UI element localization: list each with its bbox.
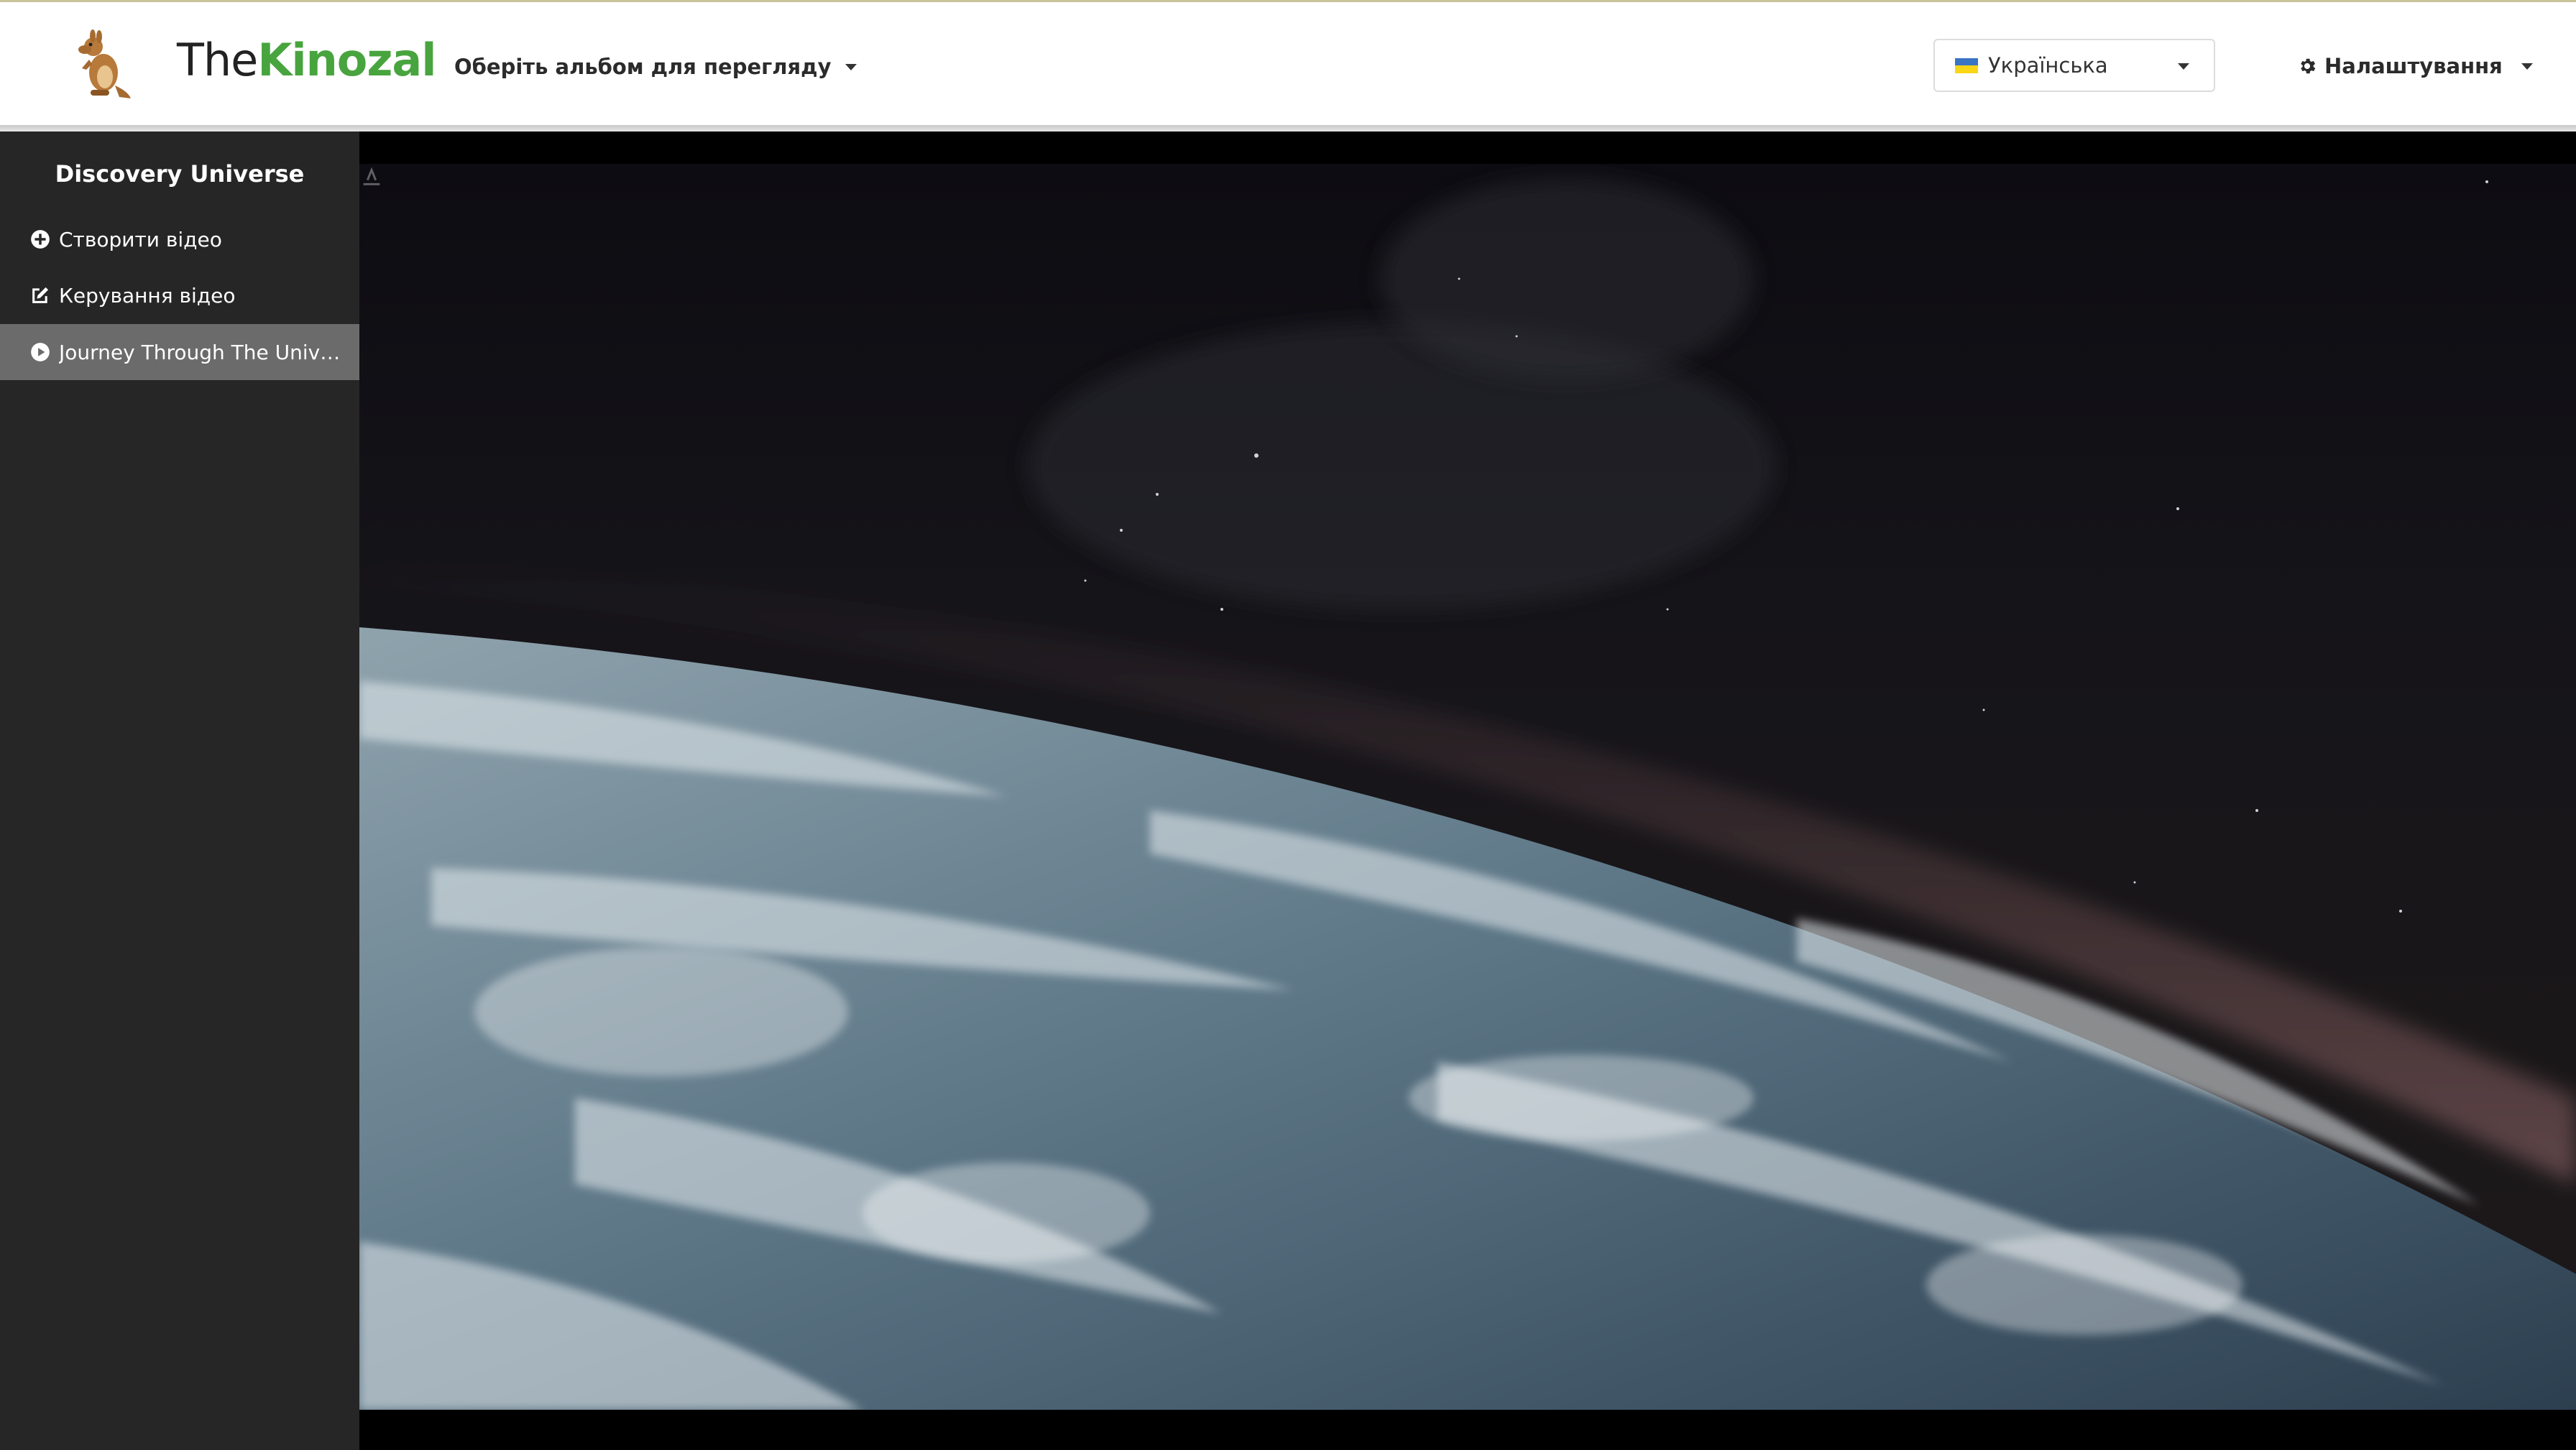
album-title: Discovery Universe [55, 160, 305, 188]
watermark-icon [363, 167, 380, 185]
album-select-label: Оберіть альбом для перегляду [454, 55, 832, 79]
sidebar-item-create-video[interactable]: Створити відео [0, 211, 359, 267]
language-select[interactable]: Українська [1933, 39, 2215, 92]
brand-logo[interactable]: TheKinozal [177, 31, 437, 90]
language-label: Українська [1988, 53, 2108, 78]
caret-down-icon [845, 63, 857, 70]
edit-icon [32, 287, 49, 303]
earth-horizon-image [359, 178, 2576, 1410]
gear-icon [2301, 58, 2316, 74]
album-select-dropdown[interactable]: Оберіть альбом для перегляду [454, 50, 857, 84]
caret-down-icon [2521, 63, 2533, 70]
sidebar-item-video-journey[interactable]: Journey Through The Universe [0, 324, 359, 380]
video-player[interactable] [359, 131, 2576, 1450]
sidebar-item-label: Journey Through The Universe [59, 340, 346, 364]
brand-text-the: The [177, 34, 258, 86]
settings-label: Налаштування [2324, 54, 2503, 78]
caret-down-icon [2178, 63, 2189, 70]
ukraine-flag-icon [1955, 57, 1978, 73]
top-navbar: TheKinozal Оберіть альбом для перегляду … [0, 0, 2576, 125]
sidebar: Discovery Universe Створити відео Керува… [0, 131, 359, 1450]
brand-text-kinozal: Kinozal [257, 34, 436, 86]
sidebar-item-label: Створити відео [59, 227, 222, 251]
video-frame-earth[interactable] [359, 164, 2576, 1410]
sidebar-item-manage-videos[interactable]: Керування відео [0, 267, 359, 323]
kangaroo-logo-icon[interactable] [69, 28, 134, 100]
sidebar-item-label: Керування відео [59, 283, 236, 308]
plus-circle-icon [31, 230, 50, 249]
settings-dropdown[interactable]: Налаштування [2297, 48, 2533, 84]
navbar-divider [0, 125, 2576, 131]
play-circle-icon [31, 343, 50, 361]
